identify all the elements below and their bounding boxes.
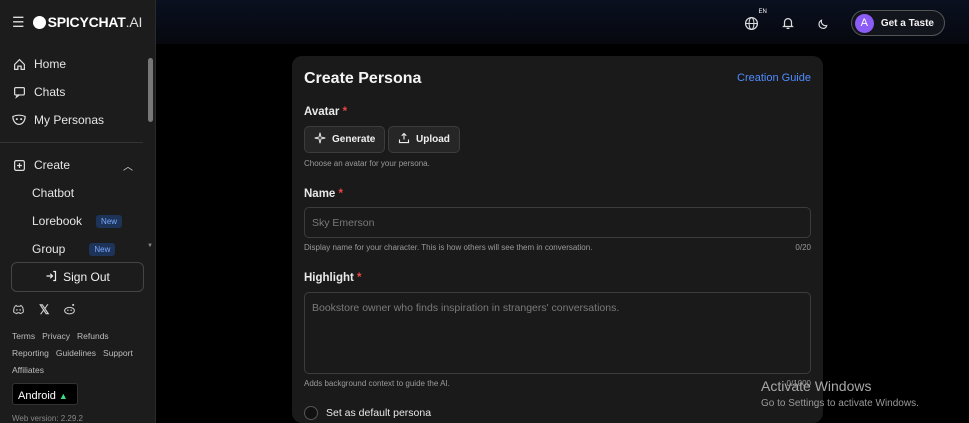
home-icon: [12, 57, 26, 71]
sidebar-item-label: Chats: [34, 85, 66, 99]
terms-link[interactable]: Terms: [12, 328, 35, 345]
generate-label: Generate: [332, 134, 376, 145]
highlight-hint: Adds background context to guide the AI.: [304, 379, 450, 388]
language-globe-icon[interactable]: EN: [743, 9, 767, 32]
sparkle-icon: [314, 132, 326, 147]
sign-out-label: Sign Out: [63, 270, 110, 284]
required-mark: *: [342, 106, 348, 118]
sign-out-button[interactable]: Sign Out: [11, 262, 144, 292]
chevron-up-icon[interactable]: ︿: [123, 158, 133, 173]
sidebar-item-label: Create: [34, 158, 71, 172]
default-persona-checkbox[interactable]: [304, 406, 318, 420]
avatar: A: [854, 13, 874, 33]
default-persona-option[interactable]: Set as default persona: [304, 406, 431, 420]
windows-activation-watermark: Activate Windows Go to Settings to activ…: [761, 378, 919, 409]
generate-avatar-button[interactable]: Generate: [304, 126, 386, 153]
name-char-counter: 0/20: [795, 243, 811, 252]
name-hint: Display name for your character. This is…: [304, 243, 593, 252]
affiliates-link[interactable]: Affiliates: [12, 362, 44, 379]
sidebar: ☰ SPICYCHAT.AI Home Chats My Personas Cr…: [0, 0, 156, 423]
logo-suffix: .AI: [125, 14, 143, 30]
watermark-subtitle: Go to Settings to activate Windows.: [761, 398, 919, 409]
required-mark: *: [357, 272, 362, 284]
name-input[interactable]: [305, 208, 810, 237]
sidebar-nav: Home Chats My Personas Create ︿ Chatbot: [0, 44, 155, 263]
name-label-text: Name: [304, 188, 336, 200]
moon-icon[interactable]: [815, 14, 833, 32]
plus-square-icon: [12, 158, 26, 172]
upload-avatar-button[interactable]: Upload: [388, 126, 460, 153]
android-app-badge[interactable]: Android ▲: [12, 383, 78, 405]
sidebar-item-create[interactable]: Create ︿: [0, 151, 155, 179]
sidebar-item-label: My Personas: [34, 113, 105, 127]
footer-links: Terms Privacy Refunds Reporting Guidelines S…: [12, 328, 152, 379]
sidebar-item-lorebook[interactable]: Lorebook New: [0, 207, 155, 235]
highlight-label: Highlight *: [304, 272, 362, 284]
sidebar-item-home[interactable]: Home: [0, 50, 155, 78]
avatar-hint: Choose an avatar for your persona.: [304, 159, 430, 168]
privacy-link[interactable]: Privacy: [42, 328, 70, 345]
bell-icon[interactable]: [779, 14, 797, 32]
name-label: Name *: [304, 188, 343, 200]
new-badge: New: [96, 214, 123, 228]
scroll-down-arrow-icon[interactable]: ▼: [147, 243, 153, 249]
hamburger-menu-icon[interactable]: ☰: [12, 14, 25, 31]
support-link[interactable]: Support: [103, 345, 133, 362]
sidebar-header: ☰ SPICYCHAT.AI: [0, 0, 155, 44]
upload-label: Upload: [416, 134, 450, 145]
discord-icon[interactable]: [12, 303, 25, 318]
sidebar-item-label: Home: [34, 57, 67, 71]
page-title: Create Persona: [304, 70, 422, 87]
default-persona-label: Set as default persona: [326, 407, 432, 419]
sidebar-scrollbar[interactable]: [148, 58, 153, 122]
chat-icon: [12, 85, 26, 99]
creation-guide-link[interactable]: Creation Guide: [737, 72, 811, 84]
reporting-link[interactable]: Reporting: [12, 345, 49, 362]
create-persona-card: Create Persona Creation Guide Avatar * G…: [292, 56, 823, 423]
refunds-link[interactable]: Refunds: [77, 328, 109, 345]
x-twitter-icon[interactable]: 𝕏: [39, 302, 49, 318]
watermark-title: Activate Windows: [761, 378, 872, 394]
sign-out-icon: [45, 270, 57, 285]
sidebar-item-my-personas[interactable]: My Personas: [0, 106, 155, 134]
sidebar-item-chats[interactable]: Chats: [0, 78, 155, 106]
logo-text: SPICYCHAT: [47, 14, 126, 30]
top-header: EN A Get a Taste: [156, 0, 969, 44]
social-links: 𝕏: [12, 302, 76, 318]
reddit-icon[interactable]: [63, 303, 76, 318]
logo-chat-bubble-icon: [32, 16, 46, 29]
get-a-taste-button[interactable]: A Get a Taste: [850, 10, 945, 36]
highlight-textarea[interactable]: [305, 293, 810, 373]
sidebar-item-label: Group: [32, 242, 66, 256]
sidebar-item-label: Chatbot: [32, 186, 75, 200]
get-a-taste-label: Get a Taste: [880, 17, 934, 29]
avatar-label-text: Avatar: [304, 106, 340, 118]
avatar-label: Avatar *: [304, 106, 347, 118]
android-badge-label: Android: [18, 389, 56, 402]
language-code: EN: [758, 9, 767, 15]
name-field[interactable]: [304, 207, 811, 238]
mask-icon: [12, 113, 26, 127]
logo[interactable]: SPICYCHAT.AI: [32, 14, 143, 30]
upload-icon: [398, 132, 410, 147]
new-badge: New: [89, 242, 116, 256]
divider: [0, 142, 143, 143]
highlight-label-text: Highlight: [304, 272, 354, 284]
android-robot-icon: ▲: [58, 390, 68, 401]
header-actions: EN A Get a Taste: [743, 9, 945, 36]
required-mark: *: [338, 188, 344, 200]
highlight-field[interactable]: [304, 292, 811, 374]
guidelines-link[interactable]: Guidelines: [56, 345, 96, 362]
web-version: Web version: 2.29.2: [12, 414, 84, 423]
sidebar-item-label: Lorebook: [32, 214, 83, 228]
sidebar-item-group[interactable]: Group New: [0, 235, 155, 263]
sidebar-item-chatbot[interactable]: Chatbot: [0, 179, 155, 207]
